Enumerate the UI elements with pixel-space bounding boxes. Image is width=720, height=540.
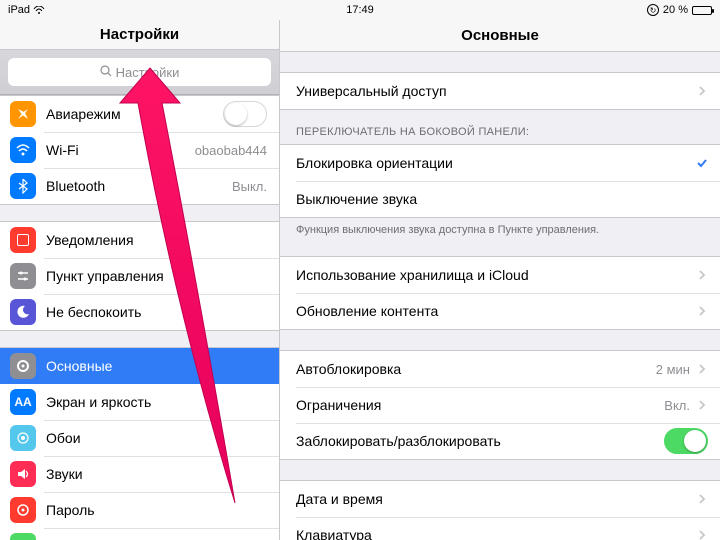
passcode-icon xyxy=(10,497,36,523)
sidebar-item-label: Пароль xyxy=(46,502,267,518)
sidebar-item-wallpaper[interactable]: Обои xyxy=(0,420,279,456)
row-restrictions[interactable]: Ограничения Вкл. xyxy=(280,387,720,423)
sidebar-item-label: Экран и яркость xyxy=(46,394,267,410)
sidebar-item-label: Уведомления xyxy=(46,232,267,248)
sidebar: Настройки Настройки Авиарежим Wi-Fi obao… xyxy=(0,20,280,540)
chevron-right-icon xyxy=(696,85,708,97)
row-label: Автоблокировка xyxy=(296,361,656,377)
chevron-right-icon xyxy=(696,493,708,505)
wifi-icon xyxy=(10,137,36,163)
section-footer: Функция выключения звука доступна в Пунк… xyxy=(280,218,720,236)
sidebar-item-airplane[interactable]: Авиарежим xyxy=(0,96,279,132)
airplane-icon xyxy=(10,101,36,127)
lock-toggle-switch[interactable] xyxy=(664,428,708,454)
search-icon xyxy=(100,65,112,80)
row-label: Клавиатура xyxy=(296,527,696,540)
sidebar-item-label: Авиарежим xyxy=(46,106,223,122)
sidebar-item-display[interactable]: AA Экран и яркость xyxy=(0,384,279,420)
chevron-right-icon xyxy=(696,399,708,411)
dnd-icon xyxy=(10,299,36,325)
gear-icon xyxy=(10,353,36,379)
sidebar-item-label: Wi-Fi xyxy=(46,142,195,158)
row-mute[interactable]: Выключение звука xyxy=(280,181,720,217)
controlcenter-icon xyxy=(10,263,36,289)
bluetooth-icon xyxy=(10,173,36,199)
notifications-icon xyxy=(10,227,36,253)
row-label: Ограничения xyxy=(296,397,664,413)
chevron-right-icon xyxy=(696,305,708,317)
row-label: Заблокировать/разблокировать xyxy=(296,433,664,449)
sidebar-item-sounds[interactable]: Звуки xyxy=(0,456,279,492)
wifi-value: obaobab444 xyxy=(195,143,267,158)
detail-pane: Основные Универсальный доступ ПЕРЕКЛЮЧАТ… xyxy=(280,20,720,540)
detail-title: Основные xyxy=(280,20,720,52)
clock: 17:49 xyxy=(0,4,720,16)
sidebar-item-bluetooth[interactable]: Bluetooth Выкл. xyxy=(0,168,279,204)
row-label: Блокировка ориентации xyxy=(296,155,696,171)
sidebar-item-wifi[interactable]: Wi-Fi obaobab444 xyxy=(0,132,279,168)
sidebar-item-dnd[interactable]: Не беспокоить xyxy=(0,294,279,330)
chevron-right-icon xyxy=(696,529,708,540)
sidebar-item-label: Bluetooth xyxy=(46,178,232,194)
row-label: Выключение звука xyxy=(296,191,708,207)
check-icon xyxy=(696,157,708,169)
sidebar-item-battery[interactable]: Аккумулятор xyxy=(0,528,279,540)
section-header: ПЕРЕКЛЮЧАТЕЛЬ НА БОКОВОЙ ПАНЕЛИ: xyxy=(280,110,720,144)
sidebar-item-passcode[interactable]: Пароль xyxy=(0,492,279,528)
row-label: Дата и время xyxy=(296,491,696,507)
row-label: Использование хранилища и iCloud xyxy=(296,267,696,283)
sidebar-item-label: Звуки xyxy=(46,466,267,482)
battery-icon xyxy=(10,533,36,540)
search-input[interactable]: Настройки xyxy=(8,58,271,86)
bluetooth-value: Выкл. xyxy=(232,179,267,194)
sidebar-item-label: Обои xyxy=(46,430,267,446)
sounds-icon xyxy=(10,461,36,487)
wallpaper-icon xyxy=(10,425,36,451)
row-autolock[interactable]: Автоблокировка 2 мин xyxy=(280,351,720,387)
sidebar-item-label: Основные xyxy=(46,358,267,374)
display-icon: AA xyxy=(10,389,36,415)
row-label: Универсальный доступ xyxy=(296,83,696,99)
row-keyboard[interactable]: Клавиатура xyxy=(280,517,720,540)
airplane-switch[interactable] xyxy=(223,101,267,127)
row-label: Обновление контента xyxy=(296,303,696,319)
sidebar-item-label: Пункт управления xyxy=(46,268,267,284)
row-lock-toggle[interactable]: Заблокировать/разблокировать xyxy=(280,423,720,459)
sidebar-title: Настройки xyxy=(0,20,279,50)
sidebar-item-general[interactable]: Основные xyxy=(0,348,279,384)
row-accessibility[interactable]: Универсальный доступ xyxy=(280,73,720,109)
row-value: Вкл. xyxy=(664,398,690,413)
status-bar: iPad 17:49 ↻ 20 % xyxy=(0,0,720,20)
row-refresh[interactable]: Обновление контента xyxy=(280,293,720,329)
row-value: 2 мин xyxy=(656,362,690,377)
row-datetime[interactable]: Дата и время xyxy=(280,481,720,517)
row-lock-rotation[interactable]: Блокировка ориентации xyxy=(280,145,720,181)
sidebar-item-notifications[interactable]: Уведомления xyxy=(0,222,279,258)
chevron-right-icon xyxy=(696,363,708,375)
sidebar-item-label: Не беспокоить xyxy=(46,304,267,320)
row-storage[interactable]: Использование хранилища и iCloud xyxy=(280,257,720,293)
chevron-right-icon xyxy=(696,269,708,281)
sidebar-item-controlcenter[interactable]: Пункт управления xyxy=(0,258,279,294)
